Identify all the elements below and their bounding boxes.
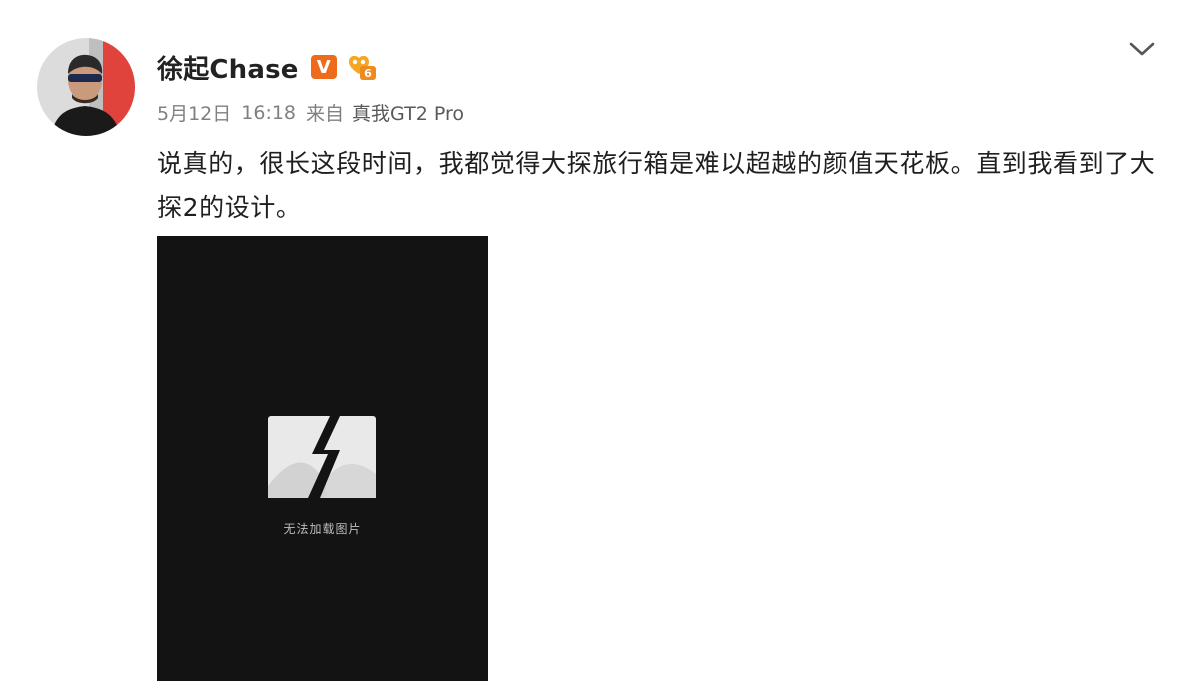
avatar[interactable] [37,38,135,136]
post-text: 说真的，很长这段时间，我都觉得大探旅行箱是难以超越的颜值天花板。直到我看到了大探… [157,149,1156,222]
weibo-post: 徐起Chase V 6 5月12日 16:18 来自 真我GT2 Pro 说真的… [0,0,1194,700]
post-image[interactable]: 无法加载图片 [157,236,488,681]
source-device-link[interactable]: 真我GT2 Pro [352,99,464,126]
author-header: 徐起Chase V 6 [157,47,377,87]
broken-image-icon [268,416,376,498]
member-badge-icon[interactable]: 6 [343,52,377,82]
post-time: 16:18 [241,101,297,124]
username[interactable]: 徐起Chase [157,49,299,86]
post-date: 5月12日 [157,103,232,125]
image-error-label: 无法加载图片 [283,522,362,536]
svg-text:6: 6 [364,67,372,80]
post-meta: 5月12日 16:18 来自 真我GT2 Pro [157,99,464,126]
verified-badge-icon[interactable]: V [310,55,337,79]
chevron-down-icon[interactable] [1125,38,1159,60]
source-prefix: 来自 [306,103,345,125]
avatar-photo [37,38,135,136]
